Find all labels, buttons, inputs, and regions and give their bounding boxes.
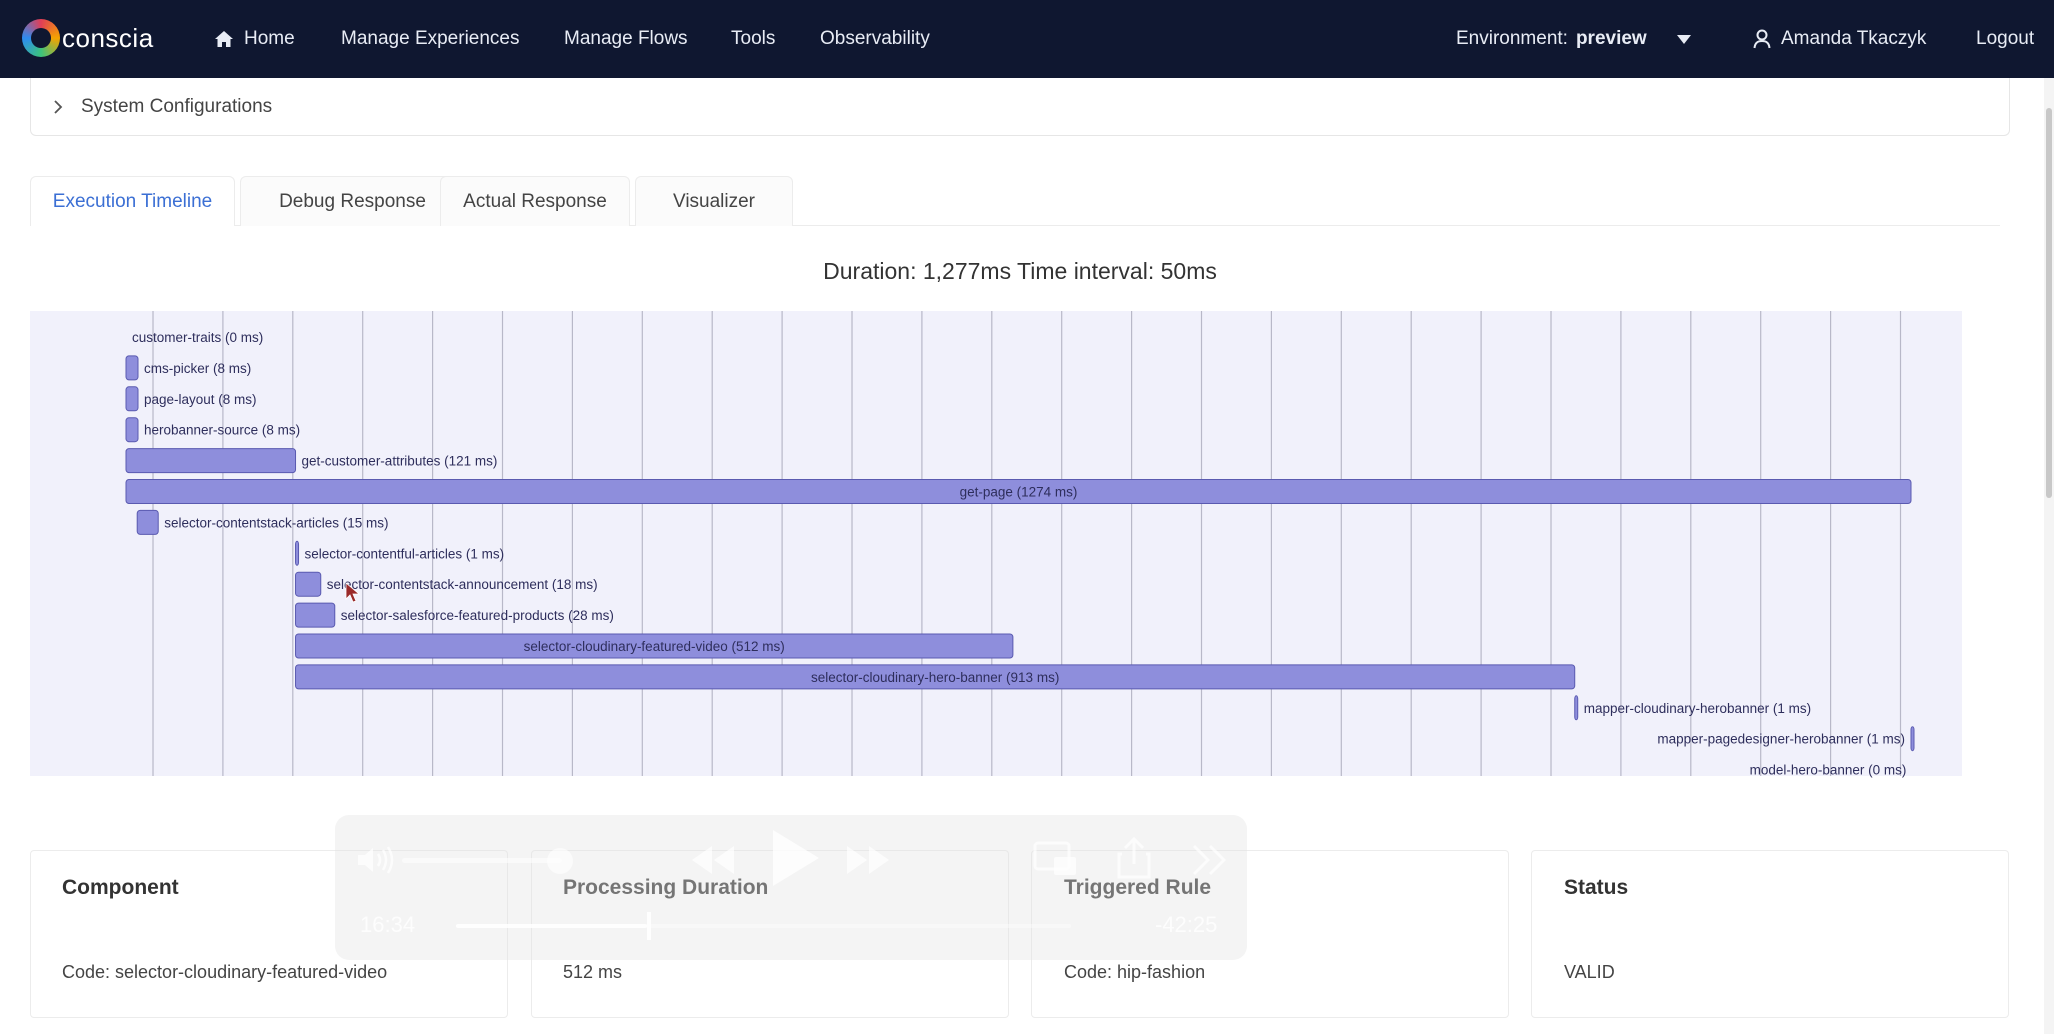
share-icon[interactable] xyxy=(1116,836,1152,880)
timeline-label-1: cms-picker (8 ms) xyxy=(144,361,251,376)
status-header: Status xyxy=(1564,876,1629,899)
timeline-bar-9[interactable] xyxy=(295,602,336,628)
timeline-label-4: get-customer-attributes (121 ms) xyxy=(302,454,498,469)
timeline-label-7: selector-contentful-articles (1 ms) xyxy=(305,546,505,561)
timeline-label-12: mapper-cloudinary-herobanner (1 ms) xyxy=(1584,701,1811,716)
timeline-label-3: herobanner-source (8 ms) xyxy=(144,423,300,438)
timeline-label-2: page-layout (8 ms) xyxy=(144,392,257,407)
chevron-double-right-icon[interactable] xyxy=(1190,842,1230,878)
playback-progress-fill xyxy=(456,924,647,928)
timeline-bar-8[interactable] xyxy=(295,571,322,597)
timeline-bar-13[interactable] xyxy=(1910,726,1915,752)
timeline-label-10: selector-cloudinary-featured-video (512 … xyxy=(524,639,785,654)
timeline-label-9: selector-salesforce-featured-products (2… xyxy=(341,608,614,623)
timeline-label-14: model-hero-banner (0 ms) xyxy=(1750,763,1907,778)
timeline-label-6: selector-contentstack-articles (15 ms) xyxy=(164,515,388,530)
status-value: VALID xyxy=(1564,962,1615,982)
timeline-bar-7[interactable] xyxy=(295,540,300,566)
picture-in-picture-icon[interactable] xyxy=(1032,840,1078,878)
playback-progress-knob[interactable] xyxy=(646,912,651,940)
component-header: Component xyxy=(62,876,179,899)
timeline-bar-12[interactable] xyxy=(1574,695,1579,721)
volume-slider[interactable] xyxy=(402,858,562,863)
volume-icon[interactable] xyxy=(356,844,398,876)
triggered-rule-value: Code: hip-fashion xyxy=(1064,962,1206,982)
timeline-label-8: selector-contentstack-announcement (18 m… xyxy=(327,577,598,592)
remaining-time: -42:25 xyxy=(1155,912,1218,937)
timeline-bar-3[interactable] xyxy=(125,417,139,443)
scrollbar-thumb[interactable] xyxy=(2046,108,2052,498)
execution-timeline-chart: customer-traits (0 ms) cms-picker (8 ms) p… xyxy=(30,311,1962,778)
component-value: Code: selector-cloudinary-featured-video xyxy=(62,962,388,982)
mouse-cursor-icon xyxy=(345,582,361,603)
timeline-label-11: selector-cloudinary-hero-banner (913 ms) xyxy=(811,670,1059,685)
processing-duration-value: 512 ms xyxy=(563,962,623,982)
timeline-label-13: mapper-pagedesigner-herobanner (1 ms) xyxy=(1657,732,1905,747)
play-icon[interactable] xyxy=(767,826,823,890)
rewind-icon[interactable] xyxy=(688,840,738,880)
timeline-bar-4[interactable] xyxy=(125,448,297,474)
timeline-bar-2[interactable] xyxy=(125,386,139,412)
timeline-label-0: customer-traits (0 ms) xyxy=(132,330,263,345)
timeline-bar-6[interactable] xyxy=(136,509,159,535)
current-time: 16:34 xyxy=(360,912,416,937)
timeline-bar-1[interactable] xyxy=(125,355,139,381)
fast-forward-icon[interactable] xyxy=(843,840,893,880)
volume-knob[interactable] xyxy=(547,848,573,874)
timeline-label-5: get-page (1274 ms) xyxy=(960,485,1078,500)
